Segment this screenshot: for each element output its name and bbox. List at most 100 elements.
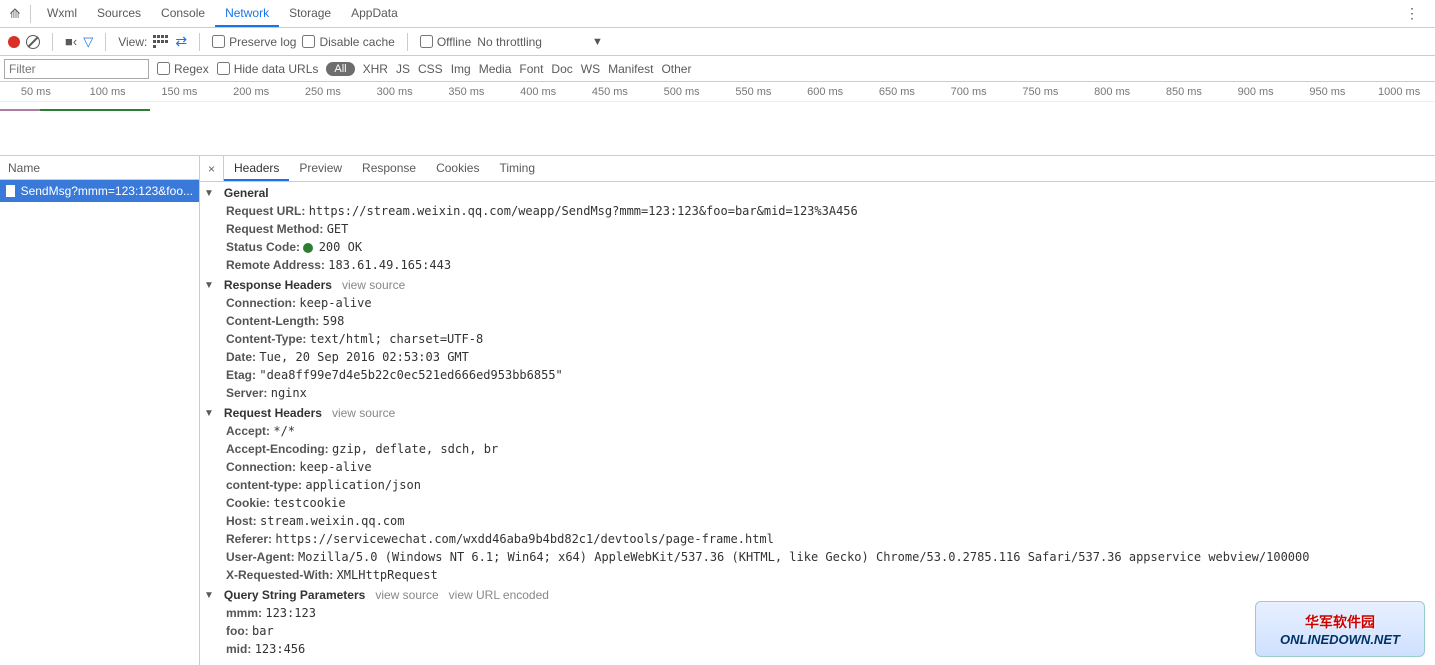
timeline-bar	[110, 109, 150, 111]
waterfall-icon[interactable]: ⇄	[175, 33, 187, 50]
tick: 400 ms	[502, 82, 574, 101]
kv-x-requested-with: X-Requested-With: XMLHttpRequest	[200, 566, 1435, 584]
timeline-bar	[40, 109, 110, 111]
filter-other[interactable]: Other	[661, 62, 691, 76]
tick: 600 ms	[789, 82, 861, 101]
kv-connection: Connection: keep-alive	[200, 458, 1435, 476]
close-icon[interactable]: ×	[200, 156, 224, 181]
tick: 750 ms	[1005, 82, 1077, 101]
tick: 150 ms	[144, 82, 216, 101]
tab-preview[interactable]: Preview	[289, 156, 352, 181]
section-general[interactable]: ▼ General	[200, 182, 1435, 202]
request-row[interactable]: SendMsg?mmm=123:123&foo...	[0, 180, 199, 202]
kv-referer: Referer: https://servicewechat.com/wxdd4…	[200, 530, 1435, 548]
filter-icon[interactable]: ▽	[83, 34, 93, 50]
section-response-headers[interactable]: ▼ Response Headers view source	[200, 274, 1435, 294]
tick: 800 ms	[1076, 82, 1148, 101]
kv-content-type: content-type: application/json	[200, 476, 1435, 494]
view-source-link[interactable]: view source	[375, 588, 438, 602]
network-toolbar: ■‹ ▽ View: ⇄ Preserve log Disable cache …	[0, 28, 1435, 56]
tab-wxml[interactable]: Wxml	[37, 0, 87, 27]
tick: 50 ms	[0, 82, 72, 101]
tab-sources[interactable]: Sources	[87, 0, 151, 27]
tab-headers[interactable]: Headers	[224, 156, 289, 181]
tick: 650 ms	[861, 82, 933, 101]
timeline-overview[interactable]	[0, 102, 1435, 156]
tab-timing[interactable]: Timing	[489, 156, 545, 181]
caret-down-icon: ▼	[204, 590, 214, 601]
clear-icon[interactable]	[26, 35, 40, 49]
filter-media[interactable]: Media	[479, 62, 512, 76]
regex-checkbox[interactable]: Regex	[157, 62, 209, 76]
offline-checkbox[interactable]: Offline	[420, 35, 471, 49]
tick: 550 ms	[718, 82, 790, 101]
filter-all[interactable]: All	[326, 62, 354, 76]
section-query-string[interactable]: ▼ Query String Parameters view source vi…	[200, 584, 1435, 604]
tick: 200 ms	[215, 82, 287, 101]
timeline-ruler[interactable]: 50 ms 100 ms 150 ms 200 ms 250 ms 300 ms…	[0, 82, 1435, 102]
kv-foo: foo: bar	[200, 622, 1435, 640]
offline-label: Offline	[437, 35, 471, 49]
kv-content-type: Content-Type: text/html; charset=UTF-8	[200, 330, 1435, 348]
tick: 450 ms	[574, 82, 646, 101]
caret-down-icon: ▼	[204, 408, 214, 419]
kv-status-code: Status Code: 200 OK	[200, 238, 1435, 256]
kv-accept-encoding: Accept-Encoding: gzip, deflate, sdch, br	[200, 440, 1435, 458]
section-title: Query String Parameters	[224, 588, 365, 602]
view-label: View:	[118, 35, 147, 49]
disable-cache-label: Disable cache	[319, 35, 394, 49]
section-title: Request Headers	[224, 406, 322, 420]
tick: 1000 ms	[1363, 82, 1435, 101]
kv-server: Server: nginx	[200, 384, 1435, 402]
tab-network[interactable]: Network	[215, 0, 279, 27]
inspect-icon[interactable]: ⟰	[6, 6, 24, 22]
tick: 250 ms	[287, 82, 359, 101]
section-title: Response Headers	[224, 278, 332, 292]
tab-storage[interactable]: Storage	[279, 0, 341, 27]
filter-manifest[interactable]: Manifest	[608, 62, 653, 76]
hide-data-urls-checkbox[interactable]: Hide data URLs	[217, 62, 319, 76]
section-title: General	[224, 186, 269, 200]
tick: 100 ms	[72, 82, 144, 101]
filter-xhr[interactable]: XHR	[363, 62, 388, 76]
filter-img[interactable]: Img	[451, 62, 471, 76]
record-icon[interactable]	[8, 36, 20, 48]
disable-cache-checkbox[interactable]: Disable cache	[302, 35, 394, 49]
tab-console[interactable]: Console	[151, 0, 215, 27]
kv-accept: Accept: */*	[200, 422, 1435, 440]
kv-mmm: mmm: 123:123	[200, 604, 1435, 622]
separator	[52, 33, 53, 51]
view-source-link[interactable]: view source	[332, 406, 395, 420]
tab-appdata[interactable]: AppData	[341, 0, 408, 27]
screenshot-icon[interactable]: ■‹	[65, 34, 77, 49]
kv-request-method: Request Method: GET	[200, 220, 1435, 238]
view-source-link[interactable]: view source	[342, 278, 405, 292]
filter-bar: Regex Hide data URLs All XHR JS CSS Img …	[0, 56, 1435, 82]
hide-label: Hide data URLs	[234, 62, 319, 76]
watermark-logo: 华军软件园 ONLINEDOWN.NET	[1255, 601, 1425, 657]
filter-font[interactable]: Font	[519, 62, 543, 76]
section-request-headers[interactable]: ▼ Request Headers view source	[200, 402, 1435, 422]
more-menu-icon[interactable]: ⋮	[1395, 5, 1429, 22]
request-name: SendMsg?mmm=123:123&foo...	[21, 184, 193, 198]
watermark-cn: 华军软件园	[1305, 612, 1375, 632]
filter-input[interactable]	[4, 59, 149, 79]
caret-down-icon: ▼	[204, 280, 214, 291]
kv-etag: Etag: "dea8ff99e7d4e5b22c0ec521ed666ed95…	[200, 366, 1435, 384]
timeline-bar	[0, 109, 40, 111]
separator	[407, 33, 408, 51]
filter-js[interactable]: JS	[396, 62, 410, 76]
tab-cookies[interactable]: Cookies	[426, 156, 489, 181]
column-header-name[interactable]: Name	[0, 156, 199, 180]
filter-doc[interactable]: Doc	[551, 62, 572, 76]
preserve-log-checkbox[interactable]: Preserve log	[212, 35, 296, 49]
throttling-select[interactable]: No throttling	[477, 35, 546, 49]
filter-css[interactable]: CSS	[418, 62, 443, 76]
document-icon	[6, 185, 15, 197]
request-details: × Headers Preview Response Cookies Timin…	[200, 156, 1435, 665]
tab-response[interactable]: Response	[352, 156, 426, 181]
large-rows-icon[interactable]	[153, 35, 169, 49]
filter-ws[interactable]: WS	[581, 62, 600, 76]
view-url-encoded-link[interactable]: view URL encoded	[449, 588, 549, 602]
chevron-down-icon[interactable]: ▼	[592, 36, 603, 48]
